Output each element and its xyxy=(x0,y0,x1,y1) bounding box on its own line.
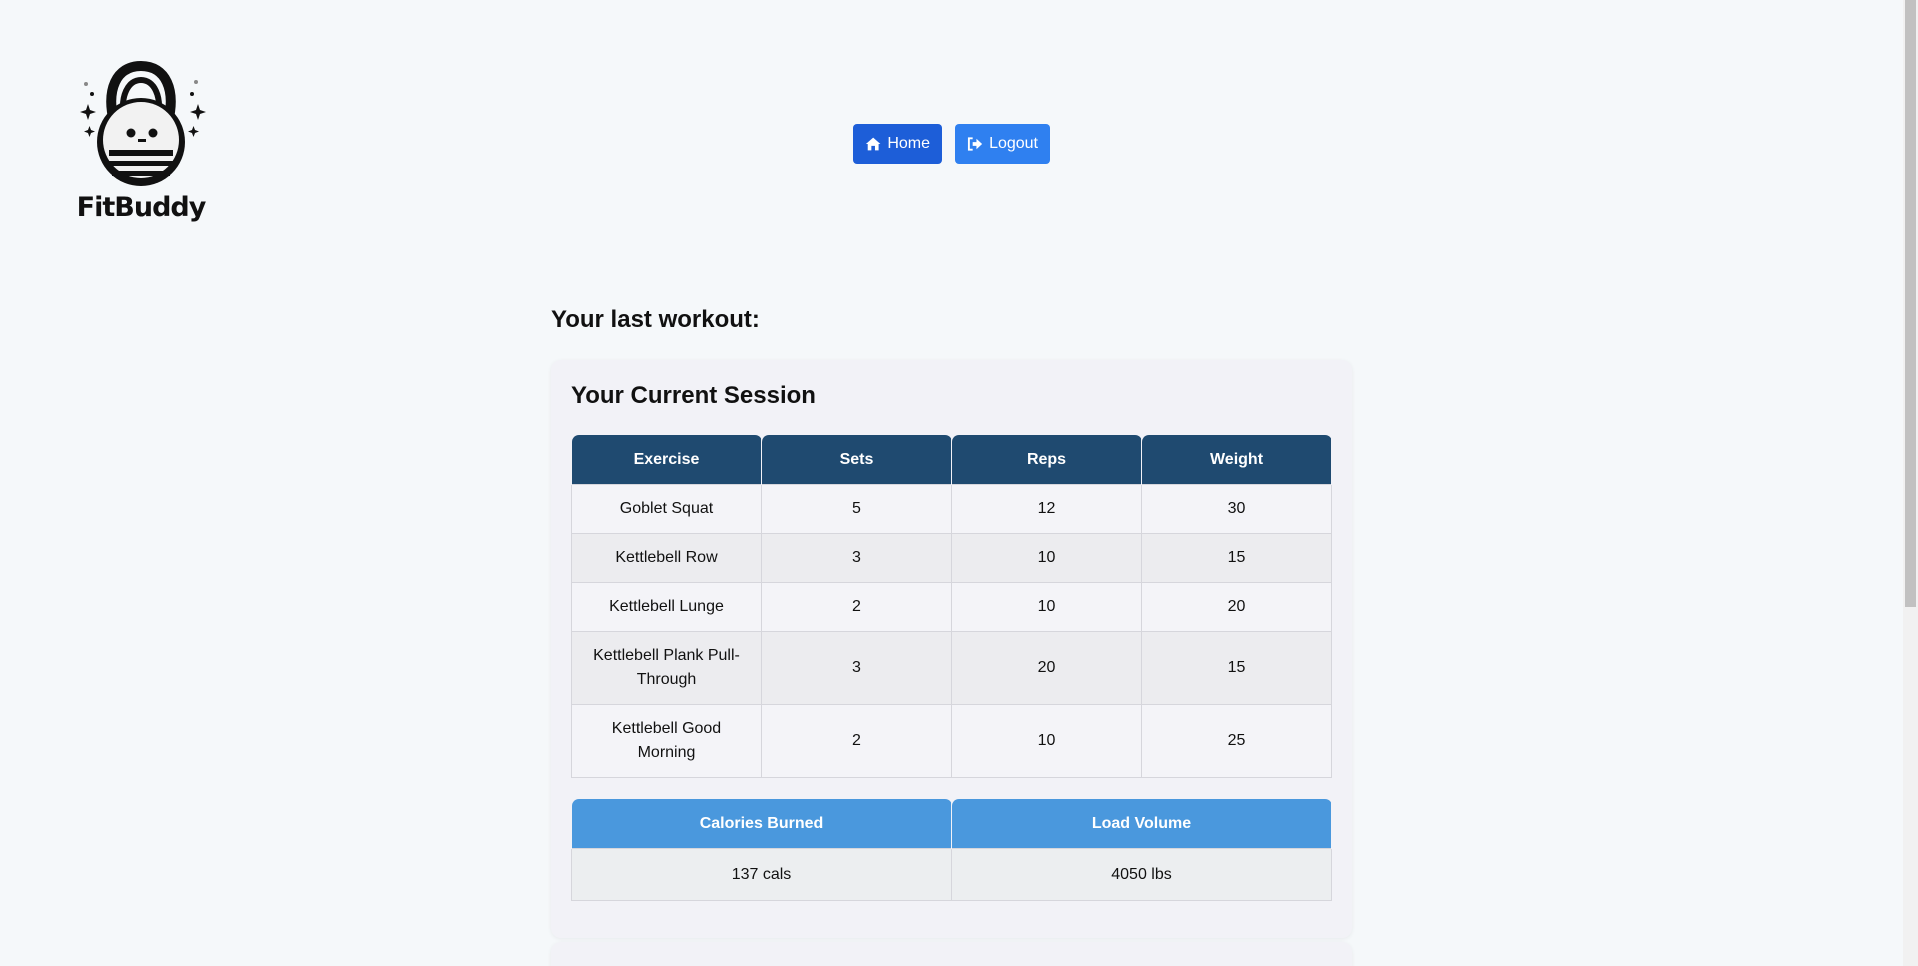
reps-cell: 10 xyxy=(951,704,1142,778)
column-header-weight: Weight xyxy=(1141,435,1332,485)
sets-cell: 2 xyxy=(761,582,952,632)
column-header-sets: Sets xyxy=(761,435,952,485)
column-header-load-volume: Load Volume xyxy=(951,799,1332,849)
reps-cell: 10 xyxy=(951,533,1142,583)
exercise-cell: Kettlebell Good Morning xyxy=(571,704,762,778)
kettlebell-mascot-icon xyxy=(80,60,206,186)
logout-icon xyxy=(967,137,983,151)
session-card: Your Current Session Exercise Sets Reps … xyxy=(551,360,1352,938)
session-title: Your Current Session xyxy=(571,382,816,409)
top-nav: Home Logout xyxy=(853,124,1050,164)
exercise-cell: Kettlebell Lunge xyxy=(571,582,762,632)
sets-cell: 2 xyxy=(761,704,952,778)
sets-cell: 3 xyxy=(761,631,952,705)
summary-row: 137 cals 4050 lbs xyxy=(571,848,1332,901)
summary-table-header: Calories Burned Load Volume xyxy=(571,799,1332,849)
next-card xyxy=(551,942,1352,966)
summary-table: Calories Burned Load Volume 137 cals 405… xyxy=(571,799,1332,901)
exercise-cell: Kettlebell Row xyxy=(571,533,762,583)
vertical-scrollbar[interactable] xyxy=(1903,0,1918,966)
scrollbar-thumb[interactable] xyxy=(1905,0,1916,607)
table-row: Kettlebell Row 3 10 15 xyxy=(571,533,1332,583)
column-header-reps: Reps xyxy=(951,435,1142,485)
logout-button[interactable]: Logout xyxy=(955,124,1050,164)
load-volume-value: 4050 lbs xyxy=(951,848,1332,901)
sets-cell: 3 xyxy=(761,533,952,583)
home-icon xyxy=(865,137,881,151)
weight-cell: 30 xyxy=(1141,484,1332,534)
exercise-table-header: Exercise Sets Reps Weight xyxy=(571,435,1332,485)
column-header-calories: Calories Burned xyxy=(571,799,952,849)
table-row: Kettlebell Good Morning 2 10 25 xyxy=(571,704,1332,778)
exercise-table: Exercise Sets Reps Weight Goblet Squat 5… xyxy=(571,435,1332,778)
exercise-cell: Goblet Squat xyxy=(571,484,762,534)
calories-value: 137 cals xyxy=(571,848,952,901)
weight-cell: 15 xyxy=(1141,533,1332,583)
logo-text: FitBuddy xyxy=(76,192,207,223)
table-row: Kettlebell Plank Pull-Through 3 20 15 xyxy=(571,631,1332,705)
weight-cell: 15 xyxy=(1141,631,1332,705)
reps-cell: 10 xyxy=(951,582,1142,632)
reps-cell: 20 xyxy=(951,631,1142,705)
column-header-exercise: Exercise xyxy=(571,435,762,485)
last-workout-heading: Your last workout: xyxy=(551,306,760,333)
exercise-cell: Kettlebell Plank Pull-Through xyxy=(571,631,762,705)
home-button[interactable]: Home xyxy=(853,124,942,164)
weight-cell: 20 xyxy=(1141,582,1332,632)
home-button-label: Home xyxy=(887,135,930,152)
reps-cell: 12 xyxy=(951,484,1142,534)
table-row: Kettlebell Lunge 2 10 20 xyxy=(571,582,1332,632)
logout-button-label: Logout xyxy=(989,135,1038,152)
page: FitBuddy Home Logout Your last workout: … xyxy=(0,0,1918,966)
weight-cell: 25 xyxy=(1141,704,1332,778)
sets-cell: 5 xyxy=(761,484,952,534)
table-row: Goblet Squat 5 12 30 xyxy=(571,484,1332,534)
logo[interactable]: FitBuddy xyxy=(76,60,206,232)
